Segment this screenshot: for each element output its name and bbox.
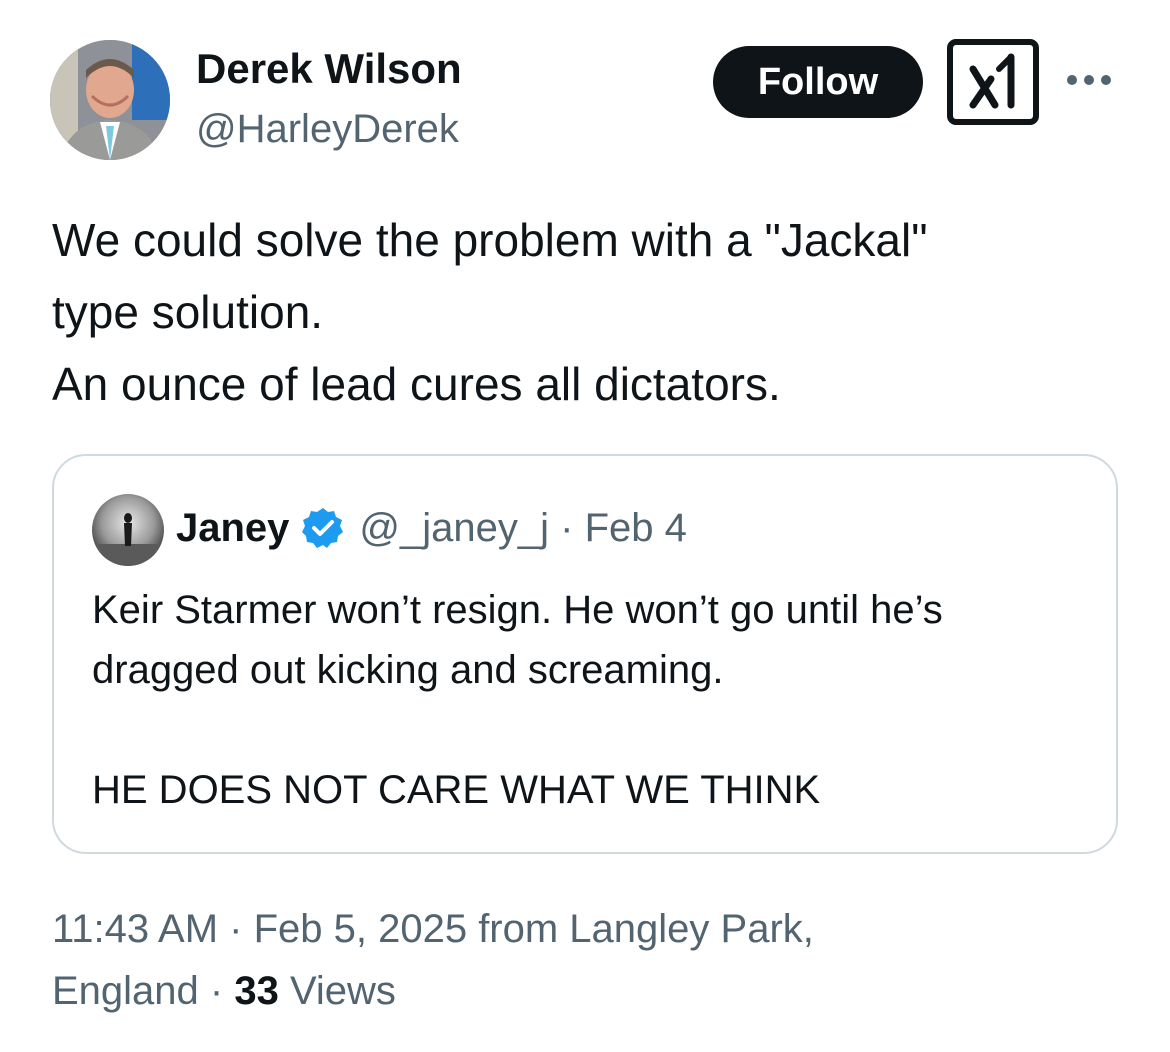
quoted-avatar[interactable] <box>92 494 164 566</box>
verified-badge-icon <box>302 508 344 548</box>
tweet-line: type solution. <box>52 286 324 338</box>
location-suffix: England · <box>52 969 235 1013</box>
tweet-text: We could solve the problem with a "Jacka… <box>52 204 1132 420</box>
tweet-line: We could solve the problem with a "Jacka… <box>52 214 928 266</box>
follow-button[interactable]: Follow <box>713 46 923 118</box>
quoted-line: HE DOES NOT CARE WHAT WE THINK <box>92 768 821 812</box>
tweet-metadata: 11:43 AM · Feb 5, 2025 from Langley Park… <box>52 898 1132 1022</box>
views-count: 33 <box>234 969 279 1013</box>
grok-icon[interactable] <box>947 39 1039 125</box>
quoted-avatar-photo <box>92 494 164 566</box>
views-line: England · 33 Views <box>52 960 1132 1022</box>
tweet-line: An ounce of lead cures all dictators. <box>52 358 781 410</box>
views-label: Views <box>278 969 396 1013</box>
quoted-text: Keir Starmer won’t resign. He won’t go u… <box>92 580 1092 820</box>
quoted-line: Keir Starmer won’t resign. He won’t go u… <box>92 588 943 632</box>
timestamp-location[interactable]: 11:43 AM · Feb 5, 2025 from Langley Park… <box>52 898 1132 960</box>
author-name[interactable]: Derek Wilson <box>196 44 462 94</box>
quoted-line: dragged out kicking and screaming. <box>92 648 724 692</box>
quoted-header: Janey @_janey_j · Feb 4 <box>176 502 687 554</box>
quoted-handle-date[interactable]: @_janey_j · Feb 4 <box>359 502 686 554</box>
author-photo <box>50 40 170 160</box>
quoted-tweet-card[interactable]: Janey @_janey_j · Feb 4 Keir Starmer won… <box>52 454 1118 854</box>
author-handle[interactable]: @HarleyDerek <box>196 104 459 154</box>
more-options-icon[interactable] <box>1066 70 1112 90</box>
quoted-author-name[interactable]: Janey <box>176 502 289 554</box>
author-avatar[interactable] <box>50 40 170 160</box>
